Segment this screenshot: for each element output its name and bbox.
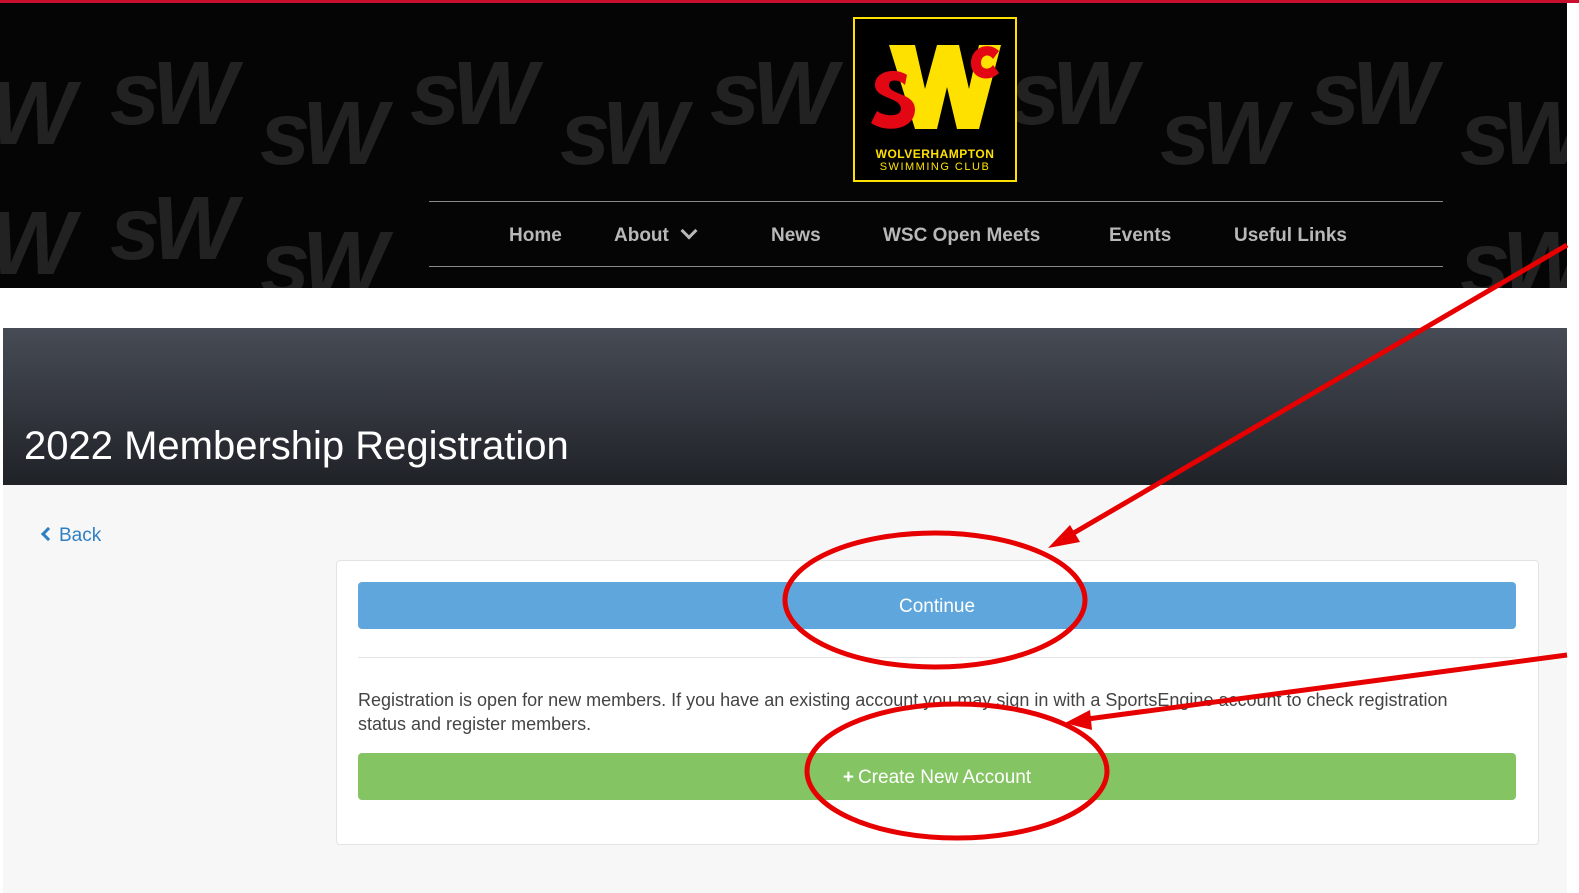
nav-top-rule xyxy=(429,201,1443,202)
nav-item-useful-links[interactable]: Useful Links xyxy=(1234,225,1347,247)
create-new-account-button[interactable]: + Create New Account xyxy=(358,753,1516,800)
registration-info-text: Registration is open for new members. If… xyxy=(358,690,1448,734)
watermark: sW xyxy=(1460,84,1567,184)
watermark: sW xyxy=(110,179,237,279)
watermark: sW xyxy=(560,84,687,184)
site-header: W sW sW sW sW sW sW sW sW sW W sW sW sW … xyxy=(0,3,1567,288)
back-link[interactable]: Back xyxy=(40,525,101,547)
logo-text-line2: SWIMMING CLUB xyxy=(879,161,991,173)
nav-item-home[interactable]: Home xyxy=(509,225,562,247)
nav-item-events[interactable]: Events xyxy=(1109,225,1171,247)
watermark: sW xyxy=(260,214,387,288)
watermark: sW xyxy=(1010,44,1137,144)
nav-item-news[interactable]: News xyxy=(771,225,821,247)
registration-content: Back Continue Registration is open for n… xyxy=(3,485,1567,893)
main-nav: Home About News WSC Open Meets Events Us… xyxy=(429,207,1443,267)
page-title: 2022 Membership Registration xyxy=(24,424,569,468)
swc-logo-mark xyxy=(871,45,1001,129)
watermark: sW xyxy=(1160,84,1287,184)
watermark: sW xyxy=(260,84,387,184)
watermark: W xyxy=(0,63,75,166)
registration-card: Continue Registration is open for new me… xyxy=(336,560,1539,845)
watermark: sW xyxy=(710,44,837,144)
watermark: sW xyxy=(410,44,537,144)
watermark: W xyxy=(0,193,75,288)
watermark: sW xyxy=(110,44,237,144)
nav-item-about[interactable]: About xyxy=(614,222,698,247)
page-banner: 2022 Membership Registration xyxy=(3,328,1567,485)
watermark: sW xyxy=(1310,44,1437,144)
nav-item-wsc-open-meets[interactable]: WSC Open Meets xyxy=(883,225,1040,247)
continue-button[interactable]: Continue xyxy=(358,582,1516,629)
nav-bottom-rule xyxy=(429,266,1443,267)
club-logo[interactable]: WOLVERHAMPTON SWIMMING CLUB xyxy=(853,17,1017,182)
plus-icon: + xyxy=(842,767,854,788)
watermark: sW xyxy=(1460,214,1567,288)
chevron-down-icon xyxy=(680,222,698,240)
logo-text-line1: WOLVERHAMPTON xyxy=(875,147,995,161)
card-divider xyxy=(358,657,1516,658)
chevron-left-icon xyxy=(40,526,56,542)
